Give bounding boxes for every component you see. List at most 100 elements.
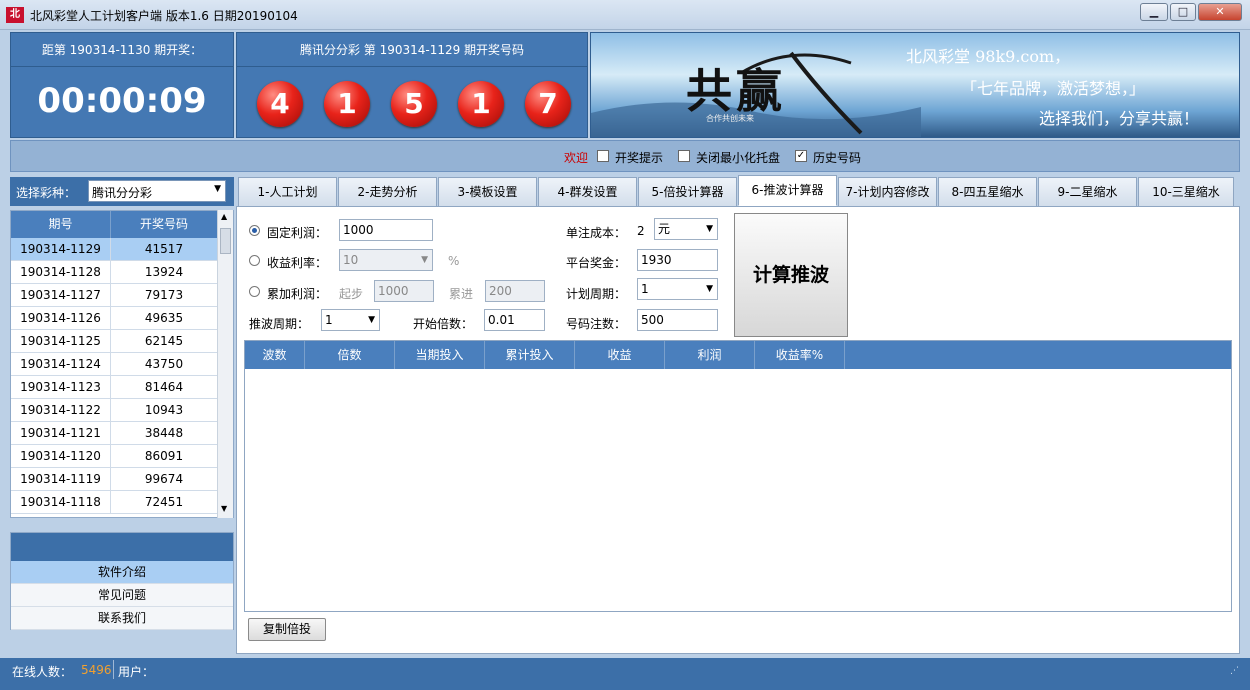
plan-cycle-value: 1 <box>641 282 649 296</box>
history-row[interactable]: 190314-1128 13924 <box>11 261 233 284</box>
draw-ball: 7 <box>525 81 571 127</box>
history-scrollbar[interactable]: ▲ ▼ <box>217 210 233 518</box>
history-number-cell: 41517 <box>144 242 184 256</box>
close-icon: ✕ <box>1215 5 1225 18</box>
history-table: 期号 开奖号码 190314-1129 41517 190314-1128 13924… <box>10 210 234 518</box>
bet-count-label: 号码注数： <box>566 317 627 331</box>
result-col-header[interactable]: 收益率% <box>755 341 845 369</box>
lottery-select-label: 选择彩种： <box>16 186 77 200</box>
start-input[interactable]: 1000 <box>374 280 434 302</box>
left-menu-header <box>11 533 233 561</box>
tab-7[interactable]: 7-计划内容修改 <box>838 177 937 207</box>
tab-6[interactable]: 6-推波计算器 <box>738 175 837 206</box>
push-cycle-label: 推波周期： <box>249 317 310 331</box>
result-col-header[interactable]: 累计投入 <box>485 341 575 369</box>
resize-grip-icon[interactable]: ⋰ <box>1230 666 1239 676</box>
result-table-header: 波数 倍数 当期投入 累计投入 收益 利润 收益率% <box>245 341 1231 369</box>
history-row[interactable]: 190314-1126 49635 <box>11 307 233 330</box>
history-table-header: 期号 开奖号码 <box>11 211 233 238</box>
tab-8[interactable]: 8-四五星缩水 <box>938 177 1037 207</box>
calculate-button[interactable]: 计算推波 <box>734 213 848 337</box>
window-title: 北风彩堂人工计划客户端 版本1.6 日期20190104 <box>30 9 298 23</box>
fixed-profit-label: 固定利润： <box>267 226 328 240</box>
tab-3[interactable]: 3-模板设置 <box>438 177 537 207</box>
start-multiple-input[interactable]: 0.01 <box>484 309 545 331</box>
lottery-type-select[interactable]: 腾讯分分彩 ▼ <box>88 180 226 202</box>
tab-9[interactable]: 9-二星缩水 <box>1038 177 1137 207</box>
fixed-profit-radio[interactable] <box>249 225 260 236</box>
menu-item-intro[interactable]: 软件介绍 <box>11 561 233 584</box>
currency-unit-select[interactable]: 元 ▼ <box>654 218 718 240</box>
push-cycle-select[interactable]: 1 ▼ <box>321 309 380 331</box>
plan-cycle-label: 计划周期： <box>566 287 627 301</box>
tab-2[interactable]: 2-走势分析 <box>338 177 437 207</box>
result-col-header[interactable]: 收益 <box>575 341 665 369</box>
online-count-value: 5496 <box>81 663 112 677</box>
history-row[interactable]: 190314-1119 99674 <box>11 468 233 491</box>
draw-ball: 1 <box>458 81 504 127</box>
history-row[interactable]: 190314-1118 72451 <box>11 491 233 514</box>
copy-multiplier-button[interactable]: 复制倍投 <box>248 618 326 641</box>
plan-cycle-select[interactable]: 1 ▼ <box>637 278 718 300</box>
history-number-cell: 81464 <box>144 380 184 394</box>
close-button[interactable]: ✕ <box>1198 3 1242 21</box>
history-row[interactable]: 190314-1120 86091 <box>11 445 233 468</box>
left-menu: 软件介绍 常见问题 联系我们 <box>10 532 234 630</box>
col-number: 开奖号码 <box>139 217 188 231</box>
menu-item-faq[interactable]: 常见问题 <box>11 584 233 607</box>
history-number-cell: 62145 <box>144 334 184 348</box>
title-bar: 北 北风彩堂人工计划客户端 版本1.6 日期20190104 ▁ □ ✕ <box>0 0 1250 30</box>
start-multiple-label: 开始倍数： <box>413 317 474 331</box>
opt-tray-label: 关闭最小化托盘 <box>696 151 781 165</box>
result-col-header[interactable]: 利润 <box>665 341 755 369</box>
history-row[interactable]: 190314-1125 62145 <box>11 330 233 353</box>
scroll-up-icon[interactable]: ▲ <box>221 212 227 221</box>
dropdown-arrow-icon: ▼ <box>706 224 713 234</box>
scroll-thumb[interactable] <box>220 228 231 254</box>
countdown-label: 距第 190314-1130 期开奖： <box>11 33 233 67</box>
history-period-cell: 190314-1126 <box>11 307 111 329</box>
yield-rate-radio[interactable] <box>249 255 260 266</box>
dropdown-arrow-icon: ▼ <box>214 184 221 194</box>
result-col-header[interactable]: 波数 <box>245 341 305 369</box>
fixed-profit-input[interactable]: 1000 <box>339 219 433 241</box>
maximize-icon: □ <box>1177 5 1189 18</box>
increment-input[interactable]: 200 <box>485 280 545 302</box>
history-row[interactable]: 190314-1127 79173 <box>11 284 233 307</box>
result-col-header[interactable]: 当期投入 <box>395 341 485 369</box>
opt-tray-checkbox[interactable] <box>678 150 690 162</box>
tab-1[interactable]: 1-人工计划 <box>238 177 337 207</box>
opt-draw-alert-label: 开奖提示 <box>615 151 664 165</box>
scroll-down-icon[interactable]: ▼ <box>221 504 227 513</box>
yield-rate-label: 收益利率： <box>267 256 328 270</box>
menu-item-contact[interactable]: 联系我们 <box>11 607 233 630</box>
draw-ball: 1 <box>324 81 370 127</box>
tab-4[interactable]: 4-群发设置 <box>538 177 637 207</box>
opt-history-checkbox[interactable]: ✓ <box>795 150 807 162</box>
history-period-cell: 190314-1128 <box>11 261 111 283</box>
checkmark-icon: ✓ <box>796 150 806 161</box>
yield-rate-value: 10 <box>343 253 359 267</box>
minimize-icon: ▁ <box>1149 5 1159 18</box>
history-period-cell: 190314-1121 <box>11 422 111 444</box>
history-row[interactable]: 190314-1123 81464 <box>11 376 233 399</box>
history-row[interactable]: 190314-1121 38448 <box>11 422 233 445</box>
history-number-cell: 10943 <box>144 403 184 417</box>
tab-10[interactable]: 10-三星缩水 <box>1138 177 1234 207</box>
user-label: 用户： <box>118 665 155 679</box>
history-period-cell: 190314-1123 <box>11 376 111 398</box>
platform-prize-input[interactable]: 1930 <box>637 249 718 271</box>
maximize-button[interactable]: □ <box>1170 3 1196 21</box>
promo-banner: 共赢 合作共创未来 北风彩堂 98k9.com， 「七年品牌，激活梦想，」 选择… <box>590 32 1240 138</box>
tab-5[interactable]: 5-倍投计算器 <box>638 177 737 207</box>
cumulative-profit-radio[interactable] <box>249 286 260 297</box>
history-row[interactable]: 190314-1124 43750 <box>11 353 233 376</box>
minimize-button[interactable]: ▁ <box>1140 3 1168 21</box>
yield-rate-select[interactable]: 10 ▼ <box>339 249 433 271</box>
bet-count-input[interactable]: 500 <box>637 309 718 331</box>
history-row[interactable]: 190314-1122 10943 <box>11 399 233 422</box>
banner-line-2: 「七年品牌，激活梦想，」 <box>961 79 1146 98</box>
opt-draw-alert-checkbox[interactable] <box>597 150 609 162</box>
history-row[interactable]: 190314-1129 41517 <box>11 238 233 261</box>
result-col-header[interactable]: 倍数 <box>305 341 395 369</box>
